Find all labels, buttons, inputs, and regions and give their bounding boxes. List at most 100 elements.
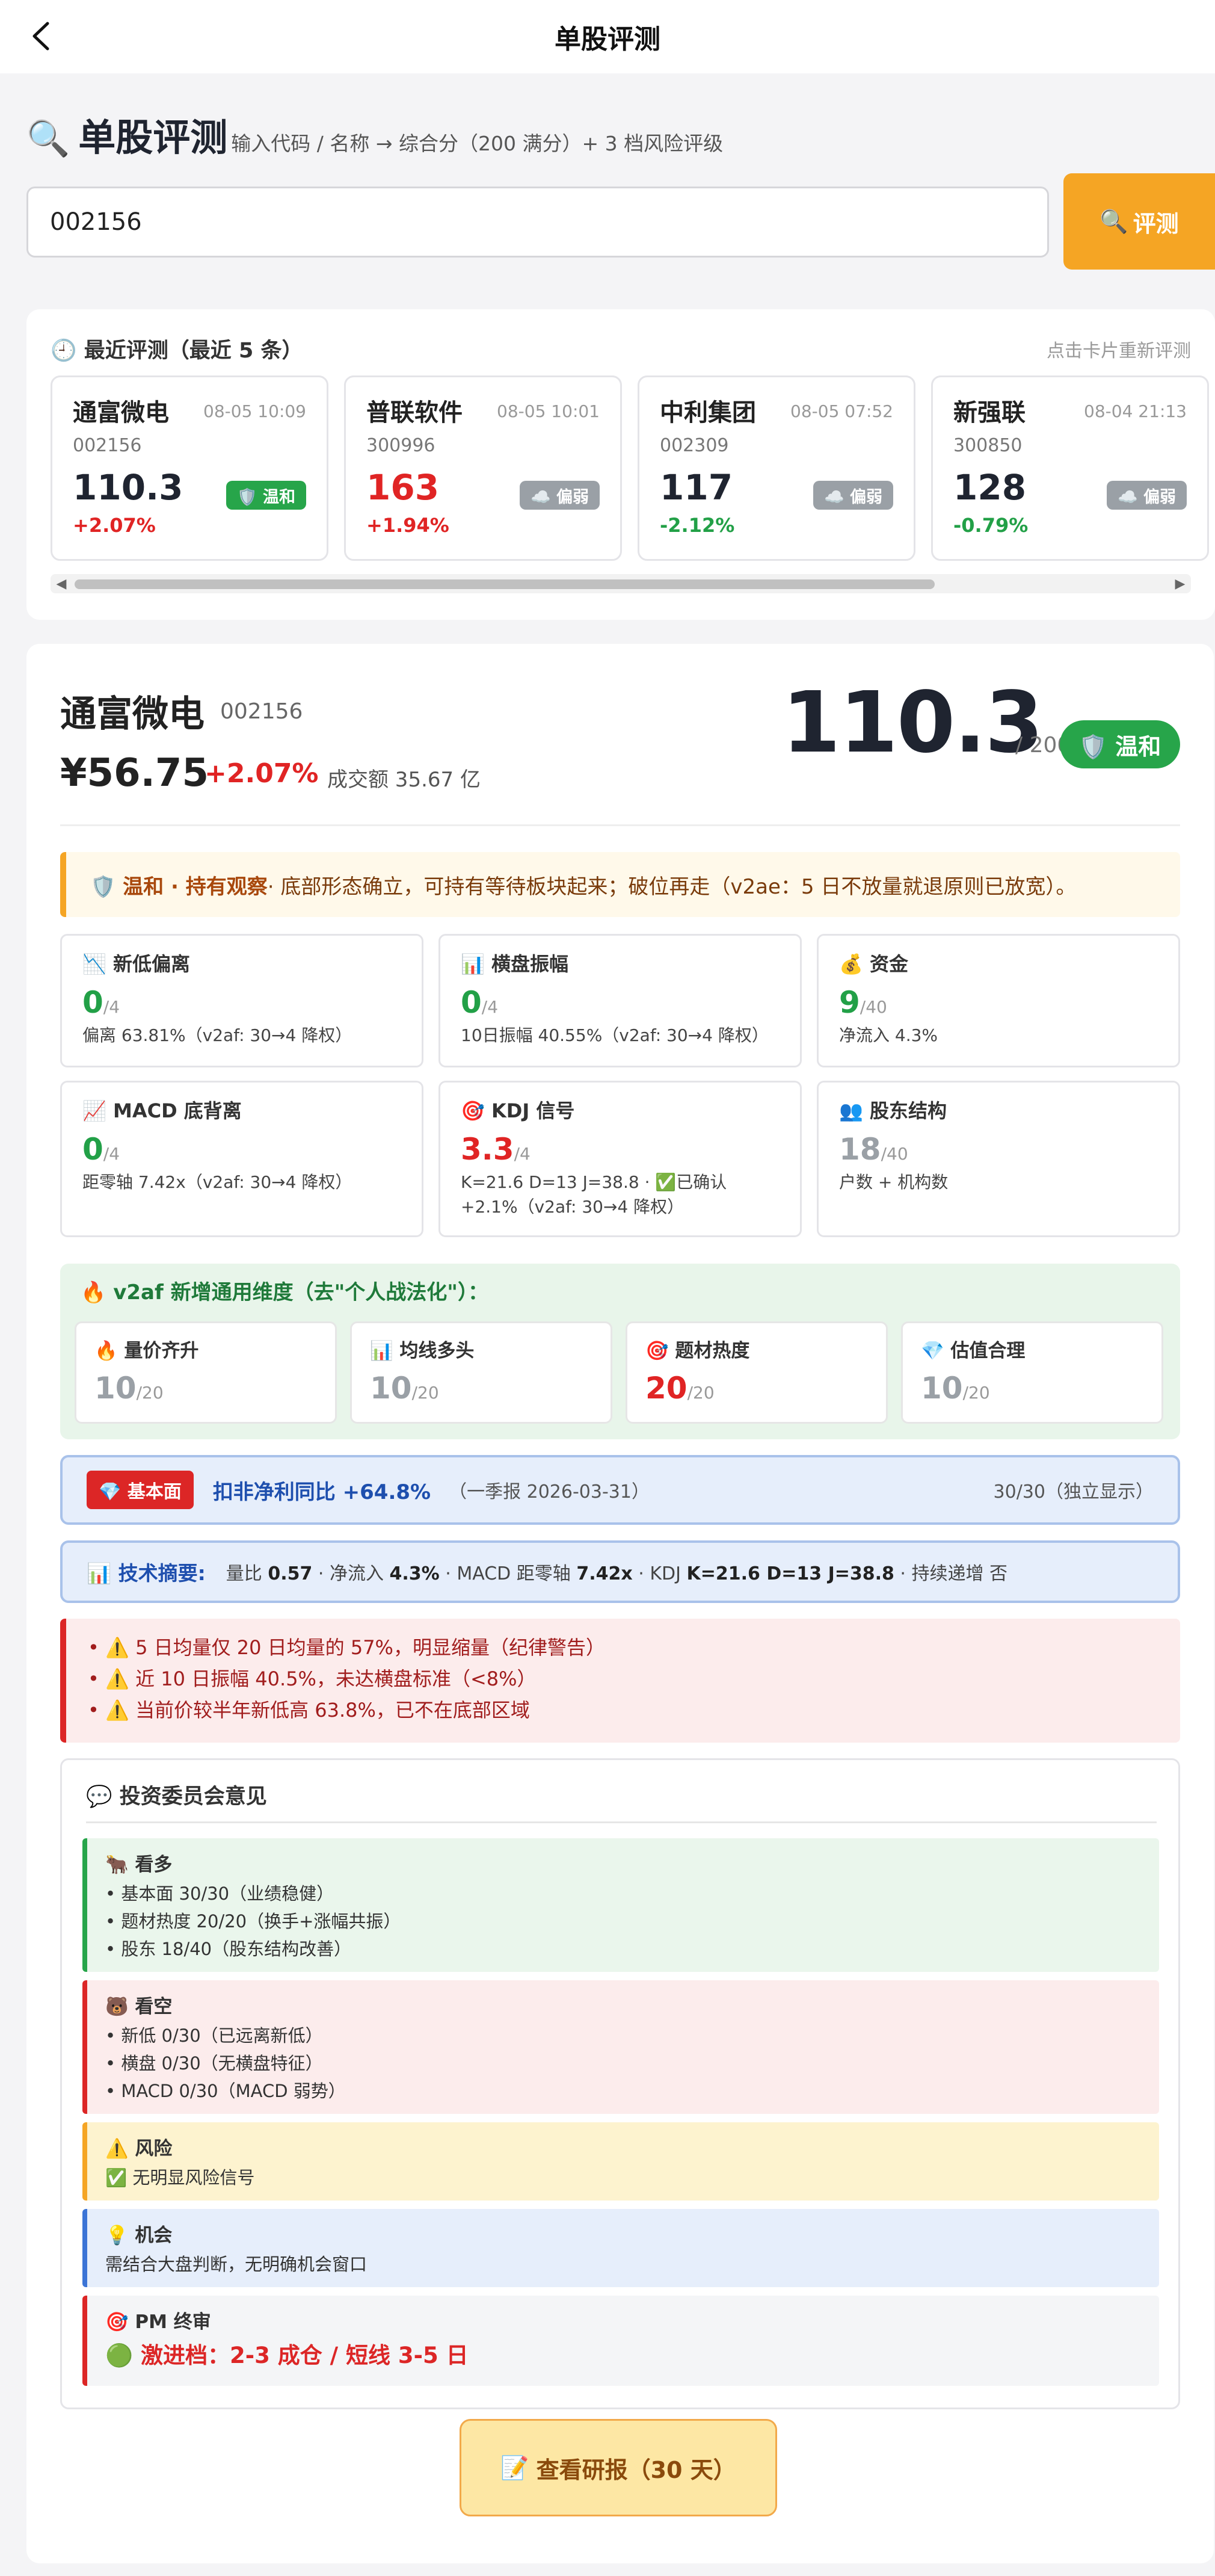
recent-card-time: 08-05 10:09 — [203, 401, 306, 421]
dimension-note: 户数 + 机构数 — [839, 1172, 949, 1192]
verdict-text: · 底部形态确立，可持有等待板块起来；破位再走（v2ae：5 日不放量就退原则已… — [267, 874, 1077, 899]
back-button[interactable] — [23, 18, 59, 54]
dimension-title: KDJ 信号 — [491, 1099, 575, 1122]
dimension-title: 股东结构 — [869, 1099, 947, 1122]
dimension-max: /40 — [881, 1144, 908, 1164]
bar-chart-icon: 📊 — [87, 1561, 112, 1585]
total-score: 110.3 — [782, 674, 1044, 772]
dimension-score: 0 — [461, 985, 482, 1020]
v2af-card-title: 量价齐升 — [124, 1340, 199, 1362]
turnover: 成交额 35.67 亿 — [327, 768, 481, 792]
dimension-title: 资金 — [869, 953, 908, 975]
dimension-card: 🎯 KDJ 信号 3.3/4 K=21.6 D=13 J=38.8 · ✅已确认… — [438, 1081, 802, 1237]
tech-summary-banner: 📊 技术摘要: 量比 0.57 · 净流入 4.3% · MACD 距零轴 7.… — [60, 1540, 1180, 1603]
dimension-note: 偏离 63.81%（v2af: 30→4 降权） — [82, 1025, 352, 1045]
v2af-dimensions-panel: 🔥 v2af 新增通用维度（去"个人战法化"）： 🔥 量价齐升 10/20 📊 … — [60, 1264, 1180, 1439]
stock-code: 002156 — [220, 699, 303, 724]
opportunity-title: 💡 机会 — [105, 2225, 173, 2246]
stock-price: ¥56.75 — [60, 751, 209, 795]
fundamental-score: 30/30（独立显示） — [993, 1481, 1154, 1503]
scroll-left-icon[interactable]: ◀ — [51, 574, 72, 593]
horizontal-scrollbar[interactable]: ◀ ▶ — [51, 574, 1191, 593]
recent-hint: 点击卡片重新评测 — [1047, 340, 1191, 362]
scrollbar-thumb[interactable] — [75, 579, 935, 589]
search-icon: 🔍 — [1100, 208, 1128, 235]
scroll-right-icon[interactable]: ▶ — [1169, 574, 1191, 593]
recent-card-change: +1.94% — [366, 514, 449, 537]
page-header: 🔍 单股评测 输入代码 / 名称 → 综合分（200 满分）+ 3 档风险评级 — [26, 107, 1215, 159]
recent-card-code: 300850 — [953, 435, 1023, 456]
tech-summary-title: 📊 技术摘要: — [87, 1561, 206, 1585]
opinion-line: • 题材热度 20/20（换手+涨幅共振） — [105, 1911, 401, 1932]
dimension-note: K=21.6 D=13 J=38.8 · ✅已确认 +2.1%（v2af: 30… — [461, 1172, 727, 1217]
recent-card-code: 002156 — [73, 435, 142, 456]
recent-card-time: 08-05 10:01 — [497, 401, 600, 421]
view-report-button[interactable]: 📝 查看研报（30 天） — [460, 2419, 777, 2516]
recent-card-change: -0.79% — [953, 514, 1029, 537]
warning-item: • ⚠️ 近 10 日振幅 40.5%，未达横盘标准（<8%） — [88, 1667, 537, 1690]
stock-code-input[interactable] — [26, 187, 1049, 258]
gem-icon: 💎 — [921, 1340, 944, 1362]
v2af-card: 🎯 题材热度 20/20 — [626, 1321, 888, 1424]
app-bar: 单股评测 — [0, 0, 1215, 73]
v2af-card-title: 题材热度 — [675, 1340, 750, 1362]
risk-title: ⚠️ 风险 — [105, 2138, 173, 2160]
dimension-card: 📈 MACD 底背离 0/4 距零轴 7.42x（v2af: 30→4 降权） — [60, 1081, 423, 1237]
v2af-card: 📊 均线多头 10/20 — [350, 1321, 612, 1424]
divider — [86, 1821, 1157, 1823]
recent-card[interactable]: 中利集团 08-05 07:52 002309 117 -2.12% ☁️ 偏弱 — [638, 375, 915, 561]
dimension-card: 📊 横盘振幅 0/4 10日振幅 40.55%（v2af: 30→4 降权） — [438, 934, 802, 1067]
dimension-note: 10日振幅 40.55%（v2af: 30→4 降权） — [461, 1025, 769, 1045]
bull-title: 🐂 看多 — [105, 1854, 173, 1876]
opinion-line: ✅ 无明显风险信号 — [105, 2167, 255, 2188]
v2af-card-title: 估值合理 — [950, 1340, 1026, 1362]
opinion-line: • 新低 0/30（已远离新低） — [105, 2025, 323, 2046]
evaluate-button-label: 评测 — [1133, 210, 1179, 237]
page-title: 单股评测 — [78, 116, 228, 159]
recent-card-code: 002309 — [660, 435, 729, 456]
dimension-title: 横盘振幅 — [491, 953, 568, 975]
opinion-line: • 股东 18/40（股东结构改善） — [105, 1939, 352, 1959]
recent-card[interactable]: 普联软件 08-05 10:01 300996 163 +1.94% ☁️ 偏弱 — [344, 375, 622, 561]
rating-badge: ☁️ 偏弱 — [519, 481, 600, 510]
dimension-note: 距零轴 7.42x（v2af: 30→4 降权） — [82, 1172, 352, 1192]
dimension-score: 3.3 — [461, 1132, 514, 1167]
dimension-max: /4 — [514, 1144, 531, 1164]
people-icon: 👥 — [839, 1099, 863, 1122]
dimension-score: 0 — [82, 1132, 103, 1167]
dimension-score: 0 — [82, 985, 103, 1020]
committee-panel: 💬 投资委员会意见 🐂 看多 • 基本面 30/30（业绩稳健） • 题材热度 … — [60, 1758, 1180, 2409]
money-bag-icon: 💰 — [839, 953, 863, 975]
recent-card-change: -2.12% — [660, 514, 735, 537]
v2af-card-score: 10 — [94, 1371, 137, 1406]
chart-up-icon: 📈 — [82, 1099, 106, 1122]
v2af-card-score: 20 — [645, 1371, 687, 1406]
magnifier-icon: 🔍 — [26, 118, 70, 159]
fundamental-period: （一季报 2026-03-31） — [449, 1481, 650, 1503]
recent-card[interactable]: 新强联 08-04 21:13 300850 128 -0.79% ☁️ 偏弱 — [931, 375, 1209, 561]
v2af-title: v2af 新增通用维度（去"个人战法化"）： — [113, 1280, 489, 1305]
chevron-left-icon — [32, 22, 49, 51]
bear-title: 🐻 看空 — [105, 1996, 173, 2018]
target-icon: 🎯 — [461, 1099, 485, 1122]
evaluate-button[interactable]: 🔍 评测 — [1063, 173, 1215, 270]
rating-badge: 🛡️ 温和 — [226, 481, 306, 510]
bear-opinion: 🐻 看空 • 新低 0/30（已远离新低） • 横盘 0/30（无横盘特征） •… — [82, 1980, 1159, 2114]
memo-icon: 📝 — [500, 2454, 529, 2481]
recent-card[interactable]: 通富微电 08-05 10:09 002156 110.3 +2.07% 🛡️ … — [51, 375, 328, 561]
fundamental-banner: 💎 基本面 扣非净利同比 +64.8% （一季报 2026-03-31） 30/… — [60, 1455, 1180, 1525]
recent-evaluations-panel: 🕘 最近评测（最近 5 条） 点击卡片重新评测 通富微电 08-05 10:09… — [26, 309, 1215, 620]
fundamental-tag: 💎 基本面 — [87, 1471, 194, 1509]
divider — [60, 824, 1180, 826]
search-row: 🔍 评测 — [26, 173, 1215, 283]
opinion-line: 需结合大盘判断，无明确机会窗口 — [105, 2254, 368, 2275]
dimension-score: 9 — [839, 985, 860, 1020]
page-content: 🔍 单股评测 输入代码 / 名称 → 综合分（200 满分）+ 3 档风险评级 … — [26, 73, 1215, 2563]
dimension-max: /4 — [103, 1144, 120, 1164]
fundamental-main: 扣非净利同比 +64.8% — [212, 1480, 431, 1504]
app-bar-title: 单股评测 — [555, 24, 660, 55]
recent-card-time: 08-05 07:52 — [790, 401, 893, 421]
dimension-max: /4 — [103, 997, 120, 1017]
v2af-card-max: /20 — [411, 1383, 439, 1403]
opportunity-opinion: 💡 机会 需结合大盘判断，无明确机会窗口 — [82, 2209, 1159, 2287]
